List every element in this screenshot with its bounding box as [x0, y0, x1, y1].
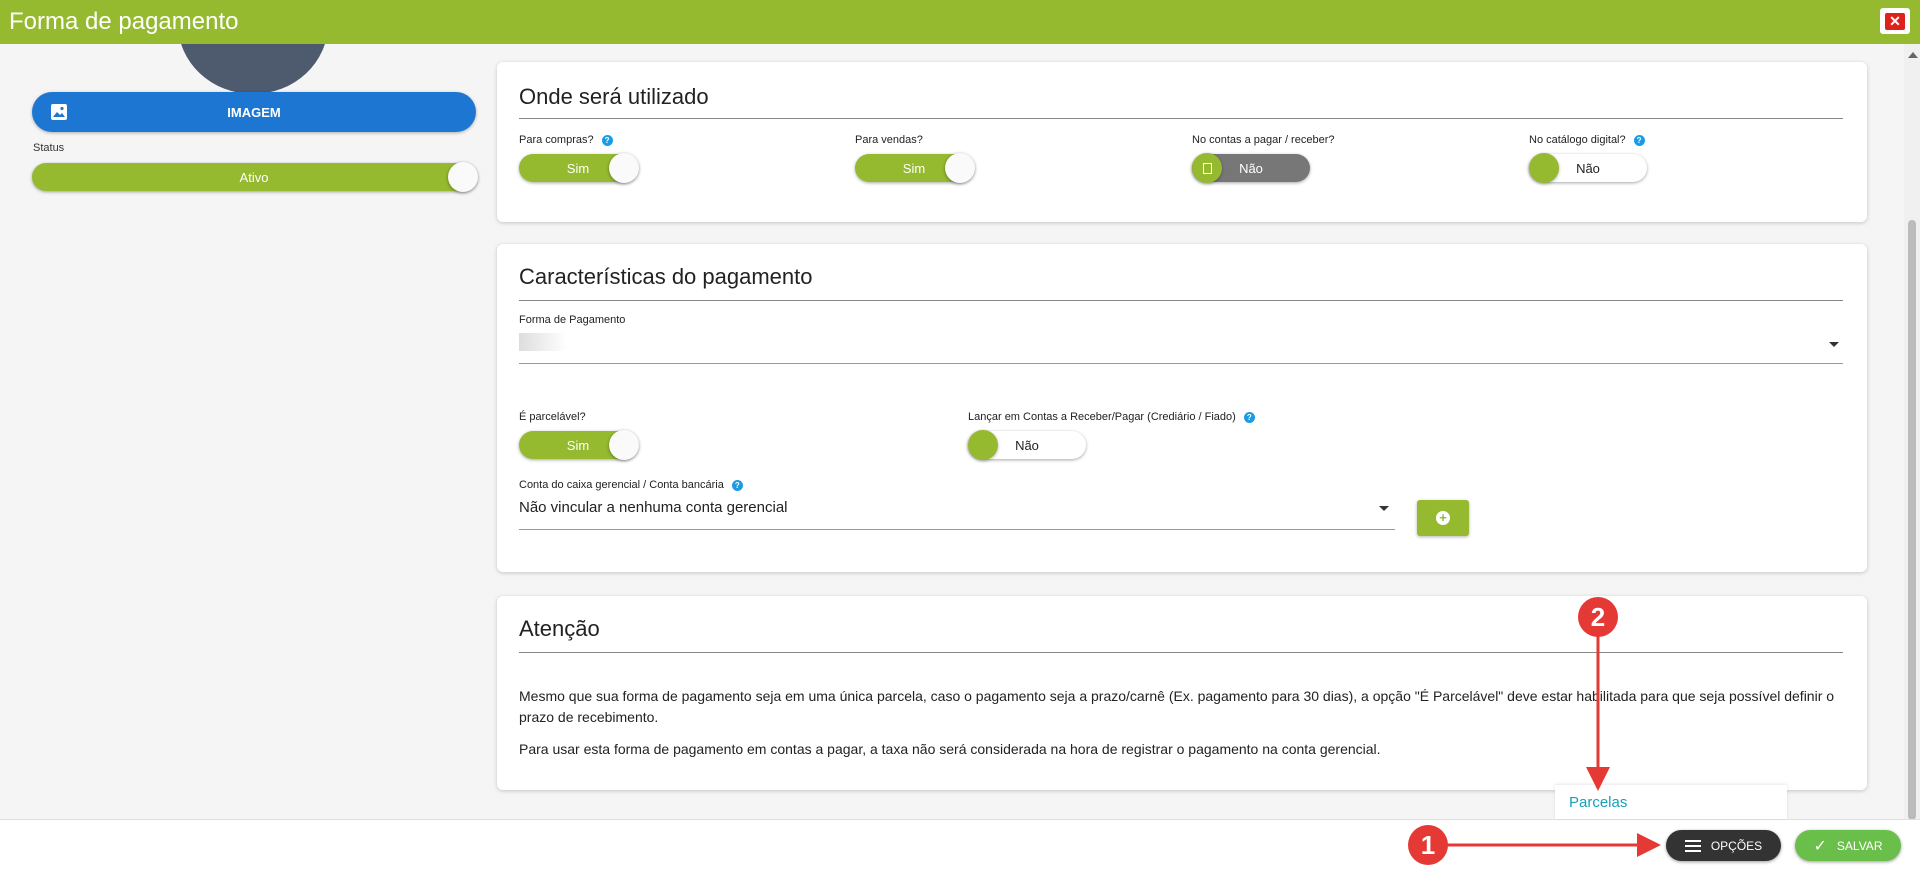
- usage-title: Onde será utilizado: [519, 84, 709, 109]
- for-purchases-value: Sim: [566, 160, 590, 176]
- save-label: SALVAR: [1836, 838, 1883, 853]
- plus-icon: +: [1436, 511, 1450, 525]
- save-button[interactable]: ✓ SALVAR: [1795, 830, 1901, 861]
- chevron-down-icon: [1379, 506, 1389, 511]
- help-icon[interactable]: ?: [731, 479, 743, 491]
- characteristics-title: Características do pagamento: [519, 264, 813, 289]
- toggle-knob: [945, 153, 975, 183]
- for-purchases-label-text: Para compras?: [519, 134, 594, 146]
- for-sales-value: Sim: [902, 160, 926, 176]
- options-button[interactable]: OPÇÕES: [1666, 830, 1781, 861]
- accounts-payable-value: Não: [1239, 160, 1263, 176]
- add-account-button[interactable]: +: [1417, 500, 1469, 536]
- digital-catalog-toggle[interactable]: Não: [1529, 153, 1647, 183]
- image-button-label: IMAGEM: [227, 104, 281, 120]
- window-title: Forma de pagamento: [9, 8, 239, 35]
- post-accounts-label: Lançar em Contas a Receber/Pagar (Crediá…: [968, 411, 1255, 423]
- menu-item-parcelas[interactable]: Parcelas: [1569, 794, 1627, 811]
- status-label: Status: [33, 142, 65, 154]
- payment-form-select[interactable]: [519, 330, 1843, 354]
- status-toggle-knob: [448, 162, 478, 192]
- annotation-badge-1: 1: [1408, 825, 1448, 865]
- account-select[interactable]: Não vincular a nenhuma conta gerencial: [519, 494, 1395, 520]
- for-sales-toggle[interactable]: Sim: [855, 153, 975, 183]
- for-purchases-label: Para compras??: [519, 134, 613, 146]
- for-purchases-toggle[interactable]: Sim: [519, 153, 639, 183]
- characteristics-card: Características do pagamento Forma de Pa…: [497, 244, 1867, 572]
- toggle-knob: [1529, 153, 1559, 183]
- toggle-knob: [968, 430, 998, 460]
- installable-label: É parcelável?: [519, 411, 586, 423]
- image-button[interactable]: IMAGEM: [32, 92, 476, 132]
- options-label: OPÇÕES: [1710, 838, 1763, 853]
- account-value: Não vincular a nenhuma conta gerencial: [519, 499, 788, 516]
- account-label: Conta do caixa gerencial / Conta bancári…: [519, 479, 743, 491]
- payment-form-value: [519, 333, 567, 351]
- scrollbar[interactable]: [1904, 44, 1920, 820]
- attention-title: Atenção: [519, 616, 600, 641]
- accounts-payable-toggle[interactable]: Não: [1192, 153, 1310, 183]
- payment-form-label: Forma de Pagamento: [519, 314, 626, 326]
- characteristics-divider: [519, 300, 1843, 301]
- usage-card: Onde será utilizado Para compras?? Sim P…: [497, 62, 1867, 222]
- scroll-thumb[interactable]: [1908, 220, 1916, 820]
- installable-value: Sim: [566, 437, 590, 453]
- digital-catalog-value: Não: [1576, 160, 1600, 176]
- payment-form-underline: [519, 363, 1843, 364]
- image-icon: [51, 104, 67, 120]
- menu-icon: [1684, 839, 1701, 852]
- installable-toggle[interactable]: Sim: [519, 430, 639, 460]
- scroll-up-icon[interactable]: [1908, 52, 1918, 58]
- help-icon[interactable]: ?: [1243, 411, 1255, 423]
- attention-card: Atenção Mesmo que sua forma de pagamento…: [497, 596, 1867, 790]
- accounts-payable-label: No contas a pagar / receber?: [1192, 134, 1335, 146]
- chevron-down-icon: [1829, 342, 1839, 347]
- digital-catalog-label: No catálogo digital??: [1529, 134, 1645, 146]
- account-underline: [519, 529, 1395, 530]
- post-accounts-value: Não: [1015, 437, 1039, 453]
- window-titlebar: Forma de pagamento ✕: [0, 0, 1920, 44]
- toggle-knob: [609, 430, 639, 460]
- attention-paragraph-2: Para usar esta forma de pagamento em con…: [519, 741, 1381, 757]
- status-toggle[interactable]: Ativo: [32, 162, 478, 192]
- attention-divider: [519, 652, 1843, 653]
- help-icon[interactable]: ?: [1633, 134, 1645, 146]
- post-accounts-label-text: Lançar em Contas a Receber/Pagar (Crediá…: [968, 411, 1236, 423]
- check-icon: ✓: [1813, 837, 1827, 855]
- post-accounts-toggle[interactable]: Não: [968, 430, 1086, 460]
- bottom-toolbar: [0, 819, 1920, 870]
- lock-icon: [1192, 153, 1222, 183]
- annotation-badge-2: 2: [1578, 597, 1618, 637]
- close-icon: ✕: [1885, 12, 1905, 30]
- attention-paragraph-1: Mesmo que sua forma de pagamento seja em…: [519, 688, 1835, 725]
- account-label-text: Conta do caixa gerencial / Conta bancári…: [519, 479, 724, 491]
- digital-catalog-label-text: No catálogo digital?: [1529, 134, 1626, 146]
- help-icon[interactable]: ?: [601, 134, 613, 146]
- for-sales-label: Para vendas?: [855, 134, 923, 146]
- close-button[interactable]: ✕: [1880, 8, 1910, 34]
- toggle-knob: [609, 153, 639, 183]
- options-menu: Parcelas: [1555, 785, 1787, 819]
- main-content: IMAGEM Status Ativo Onde será utilizado …: [0, 44, 1904, 819]
- usage-divider: [519, 118, 1843, 119]
- avatar: [178, 44, 328, 94]
- status-value: Ativo: [239, 169, 269, 185]
